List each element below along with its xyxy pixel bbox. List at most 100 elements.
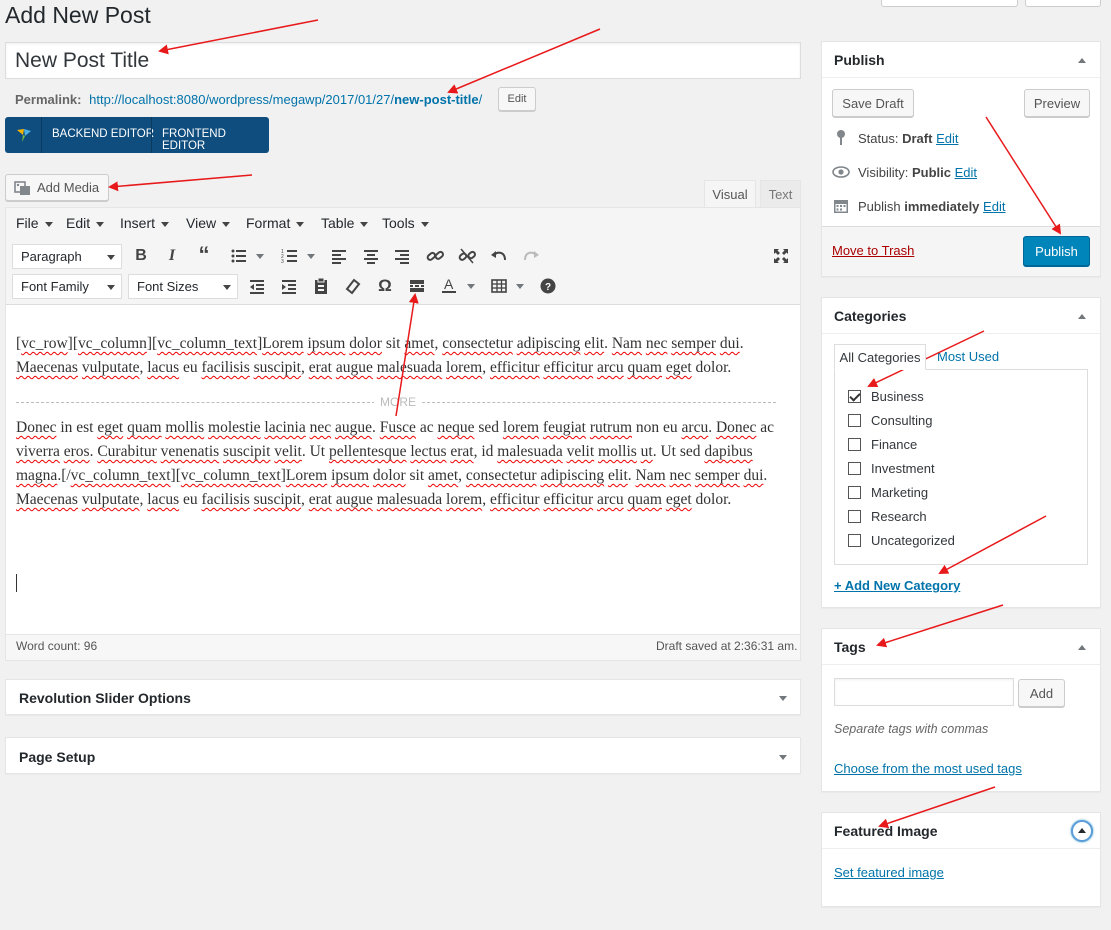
indent-icon[interactable] [278,275,300,297]
permalink-link[interactable]: http://localhost:8080/wordpress/megawp/2… [89,92,482,107]
misspelled-word: suscipit [253,359,301,376]
collapse-arrow-icon[interactable] [1078,645,1086,650]
screen-options-tab[interactable] [881,0,1018,7]
editor-content[interactable]: [vc_row][vc_column][vc_column_text]Lorem… [16,332,788,512]
choose-most-used-tags-link[interactable]: Choose from the most used tags [834,761,1022,776]
backend-editor-button[interactable]: BACKEND EDITOR [52,128,154,140]
move-to-trash-link[interactable]: Move to Trash [832,243,914,258]
categories-header[interactable]: Categories [822,298,1100,334]
text-fragment: , [301,359,309,376]
featured-image-header[interactable]: Featured Image [822,813,1100,849]
category-checkbox[interactable] [848,438,861,451]
bullet-list-dropdown-icon[interactable] [256,254,264,259]
page-setup-metabox[interactable]: Page Setup [5,737,801,774]
tab-most-used[interactable]: Most Used [937,349,999,364]
font-sizes-select[interactable]: Font Sizes [128,274,238,299]
toggle-arrow-icon[interactable] [779,755,787,760]
misspelled-word: rutrum [589,419,633,436]
menu-format[interactable]: Format [246,215,305,231]
link-icon[interactable] [424,245,446,267]
fullscreen-icon[interactable] [770,245,792,267]
tab-text[interactable]: Text [760,180,801,207]
collapse-arrow-icon[interactable] [1078,314,1086,319]
add-new-category-link[interactable]: + Add New Category [834,578,960,593]
publish-time-edit-link[interactable]: Edit [983,199,1005,214]
category-item-investment[interactable]: Investment [848,461,935,476]
chevron-down-icon [223,285,231,290]
align-right-icon[interactable] [391,245,413,267]
revslider-metabox[interactable]: Revolution Slider Options [5,679,801,715]
permalink-edit-button[interactable]: Edit [498,87,536,111]
undo-icon[interactable] [488,245,510,267]
text-color-dropdown-icon[interactable] [467,284,475,289]
paste-text-icon[interactable] [310,275,332,297]
format-select[interactable]: Paragraph [12,244,122,269]
category-label: Consulting [871,413,933,428]
table-dropdown-icon[interactable] [516,284,524,289]
text-fragment: ][ [67,335,78,352]
category-checkbox[interactable] [848,414,861,427]
tags-input[interactable] [834,678,1014,706]
misspelled-word: suscipit [253,491,301,508]
publish-header[interactable]: Publish [822,42,1100,78]
numbered-list-icon[interactable]: 123 [279,245,301,267]
category-checkbox[interactable] [848,534,861,547]
menu-table[interactable]: Table [321,215,369,231]
featured-toggle-button[interactable] [1071,820,1093,842]
blockquote-icon[interactable]: “ [193,242,215,267]
category-item-uncategorized[interactable]: Uncategorized [848,533,955,548]
menu-edit[interactable]: Edit [66,215,105,231]
frontend-editor-button[interactable]: FRONTEND EDITOR [162,128,269,152]
set-featured-image-link[interactable]: Set featured image [834,865,944,880]
tab-visual[interactable]: Visual [704,180,756,208]
text-fragment: , [482,359,490,376]
featured-image-metabox: Featured Image [821,812,1101,907]
help-tab[interactable] [1025,0,1101,7]
numbered-list-dropdown-icon[interactable] [307,254,315,259]
outdent-icon[interactable] [246,275,268,297]
collapse-arrow-icon[interactable] [1078,58,1086,63]
publish-button[interactable]: Publish [1023,236,1090,266]
category-checkbox[interactable] [848,510,861,523]
category-item-finance[interactable]: Finance [848,437,917,452]
omega-icon[interactable]: Ω [374,275,396,297]
table-icon[interactable] [488,275,510,297]
toggle-arrow-icon[interactable] [779,696,787,701]
misspelled-word: venenatis [160,443,220,460]
category-item-marketing[interactable]: Marketing [848,485,928,500]
eraser-icon[interactable] [342,275,364,297]
read-more-icon[interactable] [406,275,428,297]
menu-label: Table [321,215,355,231]
menu-tools[interactable]: Tools [382,215,429,231]
preview-button[interactable]: Preview [1024,89,1090,117]
menu-view[interactable]: View [186,215,231,231]
category-item-consulting[interactable]: Consulting [848,413,932,428]
bullet-list-icon[interactable] [228,245,250,267]
text-color-icon[interactable]: A [438,274,460,296]
tags-header[interactable]: Tags [822,629,1100,665]
menu-file[interactable]: File [16,215,53,231]
redo-icon[interactable] [520,245,542,267]
category-checkbox[interactable] [848,486,861,499]
bold-icon[interactable]: B [130,245,152,267]
misspelled-word: eros [63,443,90,460]
italic-icon[interactable]: I [161,245,183,267]
add-media-button[interactable]: Add Media [5,174,109,201]
font-family-select[interactable]: Font Family [12,274,122,299]
category-item-research[interactable]: Research [848,509,927,524]
help-icon[interactable]: ? [537,275,559,297]
save-draft-button[interactable]: Save Draft [832,89,914,117]
tab-all-categories[interactable]: All Categories [834,344,926,370]
align-center-icon[interactable] [360,245,382,267]
add-tag-button[interactable]: Add [1018,679,1065,707]
category-checkbox[interactable] [848,462,861,475]
visibility-edit-link[interactable]: Edit [955,165,977,180]
misspelled-word: semper [671,335,717,352]
category-item-business[interactable]: Business [848,389,924,404]
unlink-icon[interactable] [456,245,478,267]
status-edit-link[interactable]: Edit [936,131,958,146]
category-checkbox[interactable] [848,390,861,403]
align-left-icon[interactable] [328,245,350,267]
post-title-input[interactable]: New Post Title [5,42,801,79]
menu-insert[interactable]: Insert [120,215,170,231]
